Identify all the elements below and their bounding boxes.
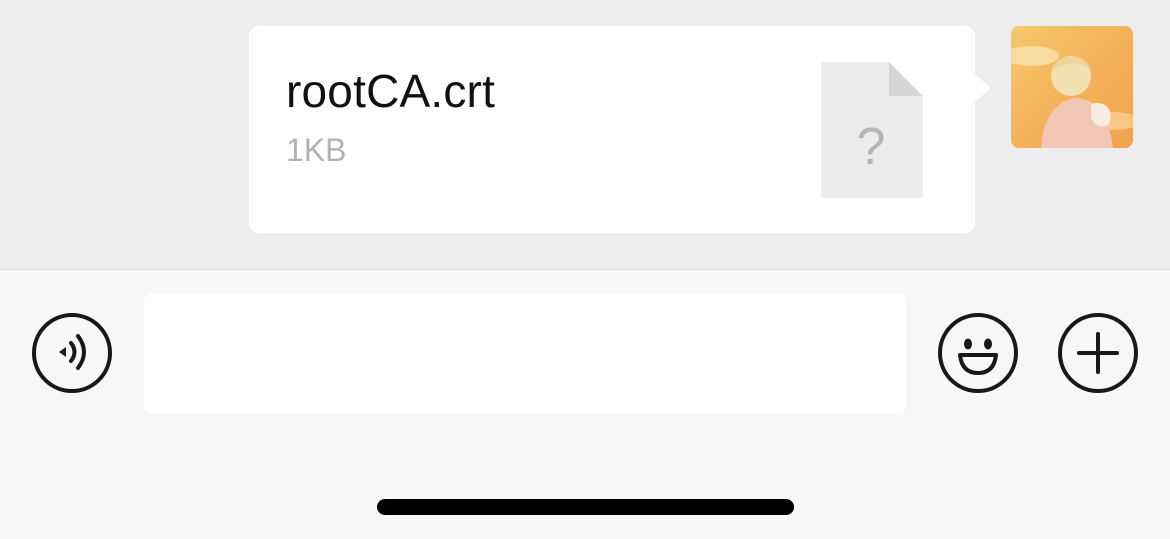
- file-name: rootCA.crt: [286, 65, 496, 117]
- file-icon-glyph: ?: [857, 118, 886, 176]
- voice-button[interactable]: [32, 313, 112, 393]
- message-input[interactable]: [144, 293, 906, 413]
- unknown-file-icon: ?: [821, 62, 923, 198]
- emoji-icon: [958, 338, 998, 375]
- voice-icon: [59, 334, 86, 370]
- file-size: 1KB: [286, 132, 347, 168]
- chat-area: rootCA.crt 1KB ?: [0, 0, 1170, 269]
- input-bar: [0, 270, 1170, 539]
- plus-icon: [1077, 332, 1119, 374]
- bubble-tail: [975, 74, 991, 102]
- emoji-button[interactable]: [938, 313, 1018, 393]
- user-avatar[interactable]: [1011, 26, 1133, 148]
- file-message-bubble[interactable]: rootCA.crt 1KB ?: [249, 26, 975, 233]
- plus-button[interactable]: [1058, 313, 1138, 393]
- home-indicator[interactable]: [377, 499, 794, 515]
